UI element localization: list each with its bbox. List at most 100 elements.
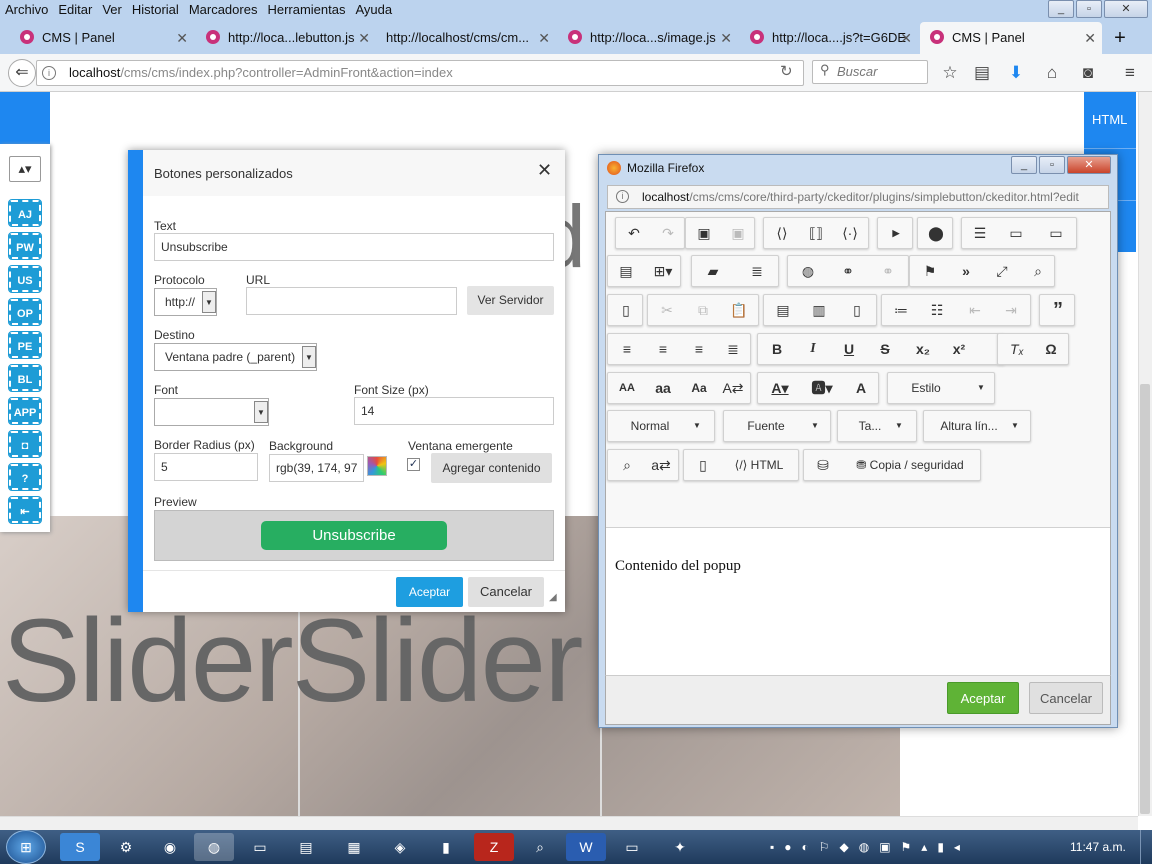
text-color-icon[interactable]: A▾ (760, 373, 800, 403)
background-input[interactable]: rgb(39, 174, 97 (269, 454, 364, 482)
bulleted-list-icon[interactable]: ☷ (920, 295, 954, 325)
layout-icon[interactable]: ☰ (964, 218, 996, 248)
menu-ver[interactable]: Ver (97, 0, 127, 17)
uppercase-icon[interactable]: AA (610, 373, 644, 403)
skype-taskbar-icon[interactable]: S (60, 833, 100, 861)
format-combo[interactable]: Normal ▼ (607, 410, 715, 442)
protocol-select[interactable]: http://▼ (154, 288, 217, 316)
preview-icon[interactable]: ⌕ (1020, 256, 1056, 286)
redo-icon[interactable]: ↷ (652, 218, 684, 248)
unlink-icon[interactable]: ⚭ (870, 256, 906, 286)
strikethrough-icon[interactable]: S (868, 334, 902, 364)
target-select[interactable]: Ventana padre (_parent) ▼ (154, 343, 317, 371)
tab-simplebutton-js[interactable]: http://loca...lebutton.js ✕ (196, 22, 376, 54)
document-icon[interactable]: ▯ (610, 295, 642, 325)
color-picker-icon[interactable] (367, 456, 387, 476)
cancel-button[interactable]: Cancelar (468, 577, 544, 607)
folder-icon[interactable]: ▭ (1000, 218, 1032, 248)
popup-cancel-button[interactable]: Cancelar (1029, 682, 1103, 714)
mobile-preview-icon[interactable]: ▯ (686, 450, 720, 480)
copy-security-button[interactable]: ⛃ Copia / seguridad (842, 450, 978, 480)
tool-exit-icon[interactable]: ⇤ (8, 496, 42, 524)
horizontal-rule-icon[interactable]: ≣ (738, 256, 776, 286)
sort-toggle-icon[interactable]: ▴▾ (9, 156, 41, 182)
line-height-combo[interactable]: Altura lín... ▼ (923, 410, 1031, 442)
firefox-taskbar-icon[interactable]: ◍ (194, 833, 234, 861)
background-color-icon[interactable]: 🅰▾ (802, 373, 842, 403)
menu-herramientas[interactable]: Herramientas (262, 0, 350, 17)
menu-marcadores[interactable]: Marcadores (184, 0, 263, 17)
reading-list-icon[interactable]: ▤ (970, 62, 994, 84)
pocket-icon[interactable]: ◙ (1076, 62, 1100, 84)
source-code-icon[interactable]: ⟨⟩ (766, 218, 798, 248)
code-snippet-icon[interactable]: ⟦⟧ (800, 218, 832, 248)
back-button[interactable]: ⇐ (8, 59, 36, 87)
maximize-window-button[interactable]: ▫ (1076, 0, 1102, 18)
popup-minimize-button[interactable]: _ (1011, 156, 1037, 174)
transform-text-icon[interactable]: A⇄ (716, 373, 750, 403)
search-taskbar-icon[interactable]: ⌕ (520, 833, 560, 861)
image-disabled-icon[interactable]: ▣ (722, 218, 754, 248)
remove-format-icon[interactable]: Tₓ (1000, 334, 1034, 364)
settings-taskbar-icon[interactable]: ⚙ (106, 833, 146, 861)
tool-pe-button[interactable]: PE (8, 331, 42, 359)
tab-close-icon[interactable]: ✕ (900, 22, 912, 54)
button-icon[interactable]: ▭ (1040, 218, 1072, 248)
tab-image-js[interactable]: http://loca...s/image.js ✕ (558, 22, 738, 54)
underline-icon[interactable]: U (832, 334, 866, 364)
word-taskbar-icon[interactable]: W (566, 833, 606, 861)
tab-localhost-cms[interactable]: http://localhost/cms/cm... ✕ (378, 22, 556, 54)
clock[interactable]: 11:47 a.m. (1070, 840, 1126, 854)
filezilla-taskbar-icon[interactable]: Z (474, 833, 514, 861)
tab-close-icon[interactable]: ✕ (358, 22, 370, 54)
align-right-icon[interactable]: ≡ (682, 334, 716, 364)
url-input[interactable] (246, 287, 457, 315)
menu-historial[interactable]: Historial (127, 0, 184, 17)
info-icon[interactable]: i (42, 66, 56, 80)
undo-icon[interactable]: ↶ (618, 218, 650, 248)
cut-icon[interactable]: ✂ (650, 295, 684, 325)
resize-handle-icon[interactable]: ◢ (549, 592, 557, 603)
map-pin-icon[interactable]: ⬤ (920, 218, 952, 248)
bookmark-star-icon[interactable]: ☆ (938, 62, 962, 84)
form-icon[interactable]: ▤ (610, 256, 642, 286)
font-select[interactable]: ▼ (154, 398, 269, 426)
link-icon[interactable]: ⚭ (830, 256, 866, 286)
titlecase-icon[interactable]: Aa (682, 373, 716, 403)
indent-icon[interactable]: ⇥ (994, 295, 1028, 325)
popup-accept-button[interactable]: Aceptar (947, 682, 1019, 714)
home-icon[interactable]: ⌂ (1040, 62, 1064, 84)
new-tab-button[interactable]: + (1106, 22, 1134, 54)
find-icon[interactable]: ⌕ (610, 450, 644, 480)
tool-help-button[interactable]: ? (8, 463, 42, 491)
tab-js-g6de[interactable]: http://loca....js?t=G6DE ✕ (740, 22, 918, 54)
chrome-taskbar-icon[interactable]: ◉ (150, 833, 190, 861)
paste-text-icon[interactable]: ▤ (766, 295, 800, 325)
blockquote-icon[interactable]: ” (1042, 295, 1074, 325)
tool-bl-button[interactable]: BL (8, 364, 42, 392)
accept-button[interactable]: Aceptar (396, 577, 463, 607)
show-blocks-icon[interactable]: » (948, 256, 984, 286)
paste-word-icon[interactable]: ▥ (802, 295, 836, 325)
show-desktop-button[interactable] (1140, 830, 1152, 864)
save-icon[interactable]: ⛁ (806, 450, 840, 480)
youtube-icon[interactable]: ▶ (880, 218, 912, 248)
numbered-list-icon[interactable]: ≔ (884, 295, 918, 325)
tab-close-icon[interactable]: ✕ (1084, 22, 1096, 54)
download-icon[interactable]: ⬇ (1004, 62, 1028, 84)
calculator-taskbar-icon[interactable]: ▦ (334, 833, 374, 861)
html-tab[interactable]: HTML (1092, 112, 1127, 127)
notepad-taskbar-icon[interactable]: ▤ (286, 833, 326, 861)
styles-combo[interactable]: Estilo ▼ (887, 372, 995, 404)
popup-maximize-button[interactable]: ▫ (1039, 156, 1065, 174)
new-page-icon[interactable]: ▯ (840, 295, 874, 325)
anchor-flag-icon[interactable]: ⚑ (912, 256, 948, 286)
lowercase-icon[interactable]: aa (646, 373, 680, 403)
reload-icon[interactable]: ↻ (780, 62, 793, 80)
vertical-scrollbar-thumb[interactable] (1140, 384, 1150, 814)
maximize-icon[interactable]: ⤢ (984, 256, 1020, 286)
popup-url-bar[interactable]: localhost/cms/cms/core/third-party/ckedi… (607, 185, 1109, 209)
flash-icon[interactable]: ▰ (694, 256, 732, 286)
size-combo[interactable]: Ta... ▼ (837, 410, 917, 442)
superscript-icon[interactable]: x² (942, 334, 976, 364)
